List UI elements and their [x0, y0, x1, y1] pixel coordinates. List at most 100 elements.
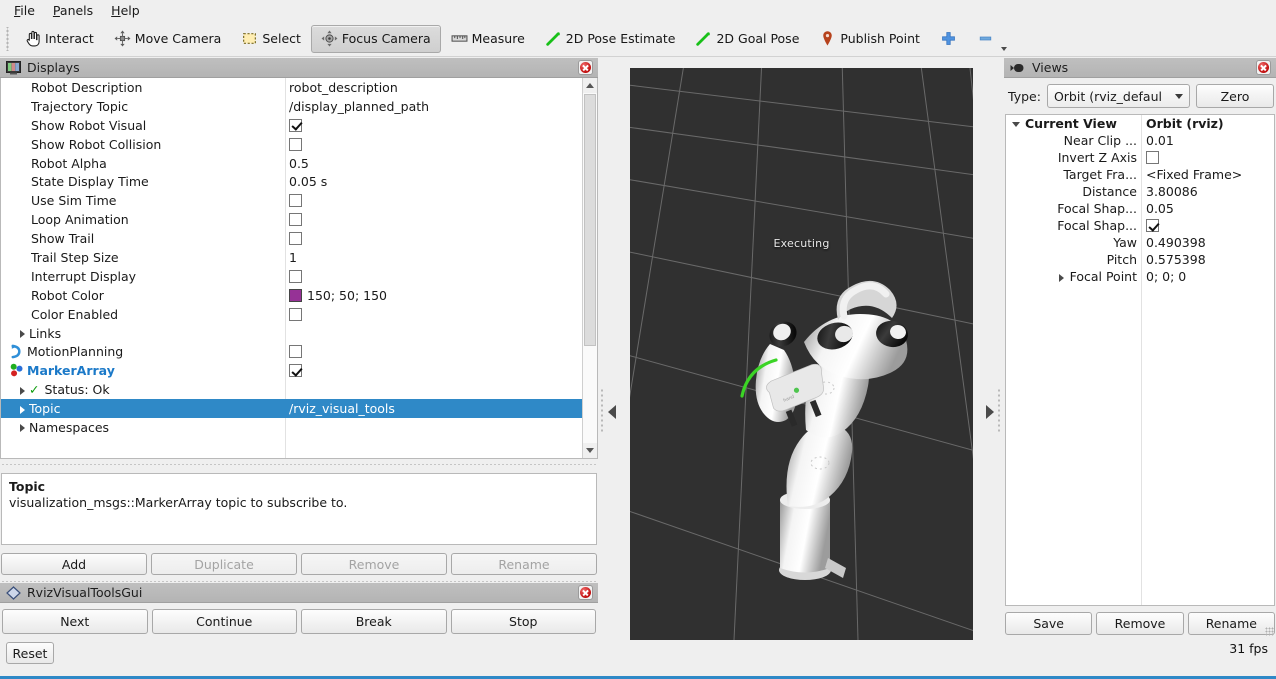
- views-tree[interactable]: Current View Orbit (rviz) Near Clip ... 0.0…: [1005, 114, 1275, 606]
- tool-interact[interactable]: Interact: [14, 25, 104, 53]
- row-value-cell[interactable]: [285, 232, 597, 246]
- tool-add-new[interactable]: [930, 25, 967, 53]
- color-swatch[interactable]: [289, 288, 302, 302]
- displays-row-loop-animation[interactable]: Loop Animation: [1, 210, 597, 229]
- menu-panels[interactable]: Panels: [45, 1, 101, 21]
- displays-row-motionplanning[interactable]: MotionPlanning: [1, 342, 597, 361]
- tool-focus-camera[interactable]: Focus Camera: [310, 24, 441, 53]
- views-row-value-cell[interactable]: 0; 0; 0: [1141, 269, 1274, 284]
- displays-scrollbar[interactable]: [582, 78, 597, 458]
- checkbox[interactable]: [289, 307, 302, 321]
- left-splitter-grip[interactable]: [600, 388, 605, 434]
- views-row-value-cell[interactable]: 0.490398: [1141, 235, 1274, 250]
- views-row-target-fra[interactable]: Target Fra... <Fixed Frame>: [1006, 166, 1274, 183]
- views-row-focal-shap[interactable]: Focal Shap... 0.05: [1006, 200, 1274, 217]
- views-row-focal-shap[interactable]: Focal Shap...: [1006, 217, 1274, 234]
- expand-right-icon[interactable]: [1055, 271, 1067, 283]
- row-value-cell[interactable]: robot_description: [285, 80, 597, 95]
- scroll-down-icon[interactable]: [583, 443, 597, 458]
- right-splitter[interactable]: [973, 58, 1004, 640]
- next-button[interactable]: Next: [2, 609, 148, 634]
- expand-right-icon[interactable]: [16, 403, 28, 415]
- tool-2d-pose-estimate[interactable]: 2D Pose Estimate: [535, 25, 686, 53]
- displays-tree[interactable]: Robot Description robot_description Trajec…: [0, 78, 598, 459]
- zero-button[interactable]: Zero: [1196, 84, 1274, 108]
- checkbox[interactable]: [289, 194, 302, 208]
- row-value-cell[interactable]: [285, 345, 597, 359]
- view-type-dropdown[interactable]: Orbit (rviz_defaul: [1046, 84, 1190, 108]
- views-row-value-cell[interactable]: [1141, 151, 1274, 164]
- duplicate-button[interactable]: Duplicate: [151, 553, 297, 575]
- expand-right-icon[interactable]: [16, 421, 28, 433]
- checkbox[interactable]: [289, 269, 302, 283]
- views-row-value-cell[interactable]: Orbit (rviz): [1141, 116, 1274, 131]
- add-button[interactable]: Add: [1, 553, 147, 575]
- views-row-value-cell[interactable]: 3.80086: [1141, 184, 1274, 199]
- row-value-cell[interactable]: /display_planned_path: [285, 99, 597, 114]
- tool-2d-goal-pose[interactable]: 2D Goal Pose: [685, 25, 809, 53]
- displays-row-use-sim-time[interactable]: Use Sim Time: [1, 191, 597, 210]
- checkbox[interactable]: [1146, 219, 1159, 232]
- scroll-up-icon[interactable]: [583, 78, 597, 93]
- displays-row-robot-description[interactable]: Robot Description robot_description: [1, 78, 597, 97]
- menu-help[interactable]: Help: [103, 1, 148, 21]
- expand-down-icon[interactable]: [1010, 118, 1022, 130]
- displays-row-links[interactable]: Links: [1, 324, 597, 343]
- checkbox[interactable]: [289, 213, 302, 227]
- displays-close-button[interactable]: [578, 60, 593, 75]
- displays-row-trajectory-topic[interactable]: Trajectory Topic/display_planned_path: [1, 97, 597, 116]
- menu-file[interactable]: File: [6, 1, 43, 21]
- displays-row-state-display-time[interactable]: State Display Time 0.05 s: [1, 172, 597, 191]
- displays-row-robot-alpha[interactable]: Robot Alpha 0.5: [1, 154, 597, 173]
- rename-view-button[interactable]: Rename: [1187, 612, 1275, 635]
- displays-row-topic[interactable]: Topic/rviz_visual_tools: [1, 399, 597, 419]
- remove-view-button[interactable]: Remove: [1096, 612, 1184, 635]
- checkbox[interactable]: [1146, 151, 1159, 164]
- displays-scrollbar-thumb[interactable]: [584, 94, 596, 346]
- collapse-left-icon[interactable]: [608, 405, 616, 419]
- collapse-right-icon[interactable]: [986, 405, 994, 419]
- displays-row-color-enabled[interactable]: Color Enabled: [1, 305, 597, 324]
- 3d-render-viewport[interactable]: hand Executing: [630, 68, 973, 640]
- save-view-button[interactable]: Save: [1005, 612, 1093, 635]
- toolbar-drag-handle[interactable]: [4, 26, 12, 51]
- displays-desc-splitter[interactable]: [0, 461, 598, 467]
- displays-row-trail-step-size[interactable]: Trail Step Size 1: [1, 248, 597, 267]
- stop-button[interactable]: Stop: [450, 609, 596, 634]
- row-value-cell[interactable]: [285, 137, 597, 151]
- row-value-cell[interactable]: /rviz_visual_tools: [285, 401, 597, 416]
- expand-right-icon[interactable]: [16, 384, 28, 396]
- reset-button[interactable]: Reset: [6, 642, 54, 664]
- row-value-cell[interactable]: [285, 364, 597, 378]
- row-value-cell[interactable]: [285, 194, 597, 208]
- continue-button[interactable]: Continue: [151, 609, 297, 634]
- checkbox[interactable]: [289, 137, 302, 151]
- expand-right-icon[interactable]: [16, 327, 28, 339]
- views-row-current-view[interactable]: Current View Orbit (rviz): [1006, 115, 1274, 132]
- checkbox[interactable]: [289, 232, 302, 246]
- row-value-cell[interactable]: [285, 269, 597, 283]
- views-row-value-cell[interactable]: [1141, 219, 1274, 232]
- break-button[interactable]: Break: [301, 609, 447, 634]
- row-value-cell[interactable]: [285, 213, 597, 227]
- displays-row-namespaces[interactable]: Namespaces: [1, 418, 597, 437]
- row-value-cell[interactable]: 0.05 s: [285, 174, 597, 189]
- views-row-value-cell[interactable]: 0.575398: [1141, 252, 1274, 267]
- row-value-cell[interactable]: 1: [285, 250, 597, 265]
- chevron-down-icon[interactable]: [1000, 46, 1007, 51]
- views-column-splitter[interactable]: [1141, 115, 1142, 605]
- displays-row-robot-color[interactable]: Robot Color 150; 50; 150: [1, 286, 597, 305]
- tool-publish-point[interactable]: Publish Point: [809, 25, 930, 53]
- views-row-value-cell[interactable]: 0.05: [1141, 201, 1274, 216]
- remove-button[interactable]: Remove: [301, 553, 447, 575]
- row-value-cell[interactable]: 150; 50; 150: [285, 288, 597, 303]
- rename-button[interactable]: Rename: [451, 553, 597, 575]
- displays-row-status-ok[interactable]: ✓ Status: Ok: [1, 380, 597, 399]
- displays-row-show-robot-visual[interactable]: Show Robot Visual: [1, 116, 597, 135]
- views-row-value-cell[interactable]: 0.01: [1141, 133, 1274, 148]
- views-row-focal-point[interactable]: Focal Point 0; 0; 0: [1006, 268, 1274, 285]
- right-splitter-grip[interactable]: [997, 388, 1002, 434]
- window-resize-grip[interactable]: [1265, 627, 1274, 636]
- views-row-value-cell[interactable]: <Fixed Frame>: [1141, 167, 1274, 182]
- tool-remove[interactable]: [967, 25, 1007, 53]
